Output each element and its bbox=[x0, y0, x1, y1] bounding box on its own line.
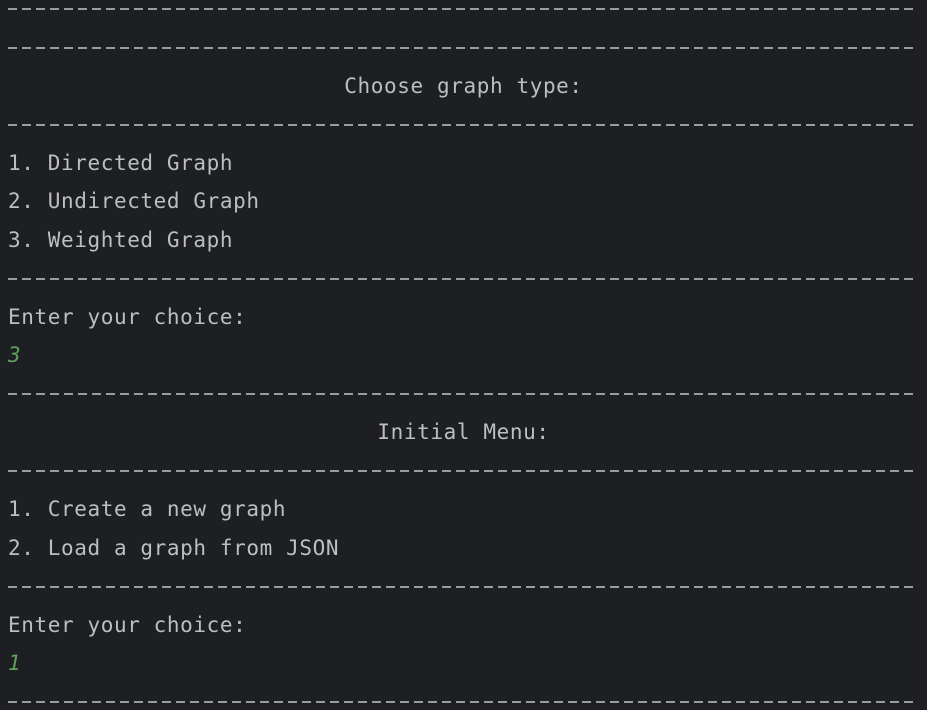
graph-type-option: 2. Undirected Graph bbox=[8, 189, 260, 213]
initial-menu-title: Initial Menu: bbox=[377, 420, 550, 444]
initial-menu-option: 2. Load a graph from JSON bbox=[8, 536, 340, 560]
graph-type-option: 1. Directed Graph bbox=[8, 151, 234, 175]
separator-line bbox=[8, 0, 918, 20]
separator-line bbox=[8, 112, 918, 136]
separator-line bbox=[8, 689, 918, 710]
separator-line bbox=[8, 458, 918, 482]
choice-prompt: Enter your choice: bbox=[8, 613, 247, 637]
separator-line bbox=[8, 381, 918, 405]
separator-line bbox=[8, 266, 918, 290]
choice-prompt: Enter your choice: bbox=[8, 305, 247, 329]
run-console[interactable]: Choose graph type: 1. Directed Graph 2. … bbox=[0, 0, 927, 710]
graph-type-menu-title: Choose graph type: bbox=[344, 74, 583, 98]
user-input-choice: 1 bbox=[8, 651, 22, 675]
graph-type-option: 3. Weighted Graph bbox=[8, 228, 234, 252]
separator-line bbox=[8, 35, 918, 59]
user-input-choice: 3 bbox=[8, 343, 22, 367]
separator-line bbox=[8, 574, 918, 598]
initial-menu-option: 1. Create a new graph bbox=[8, 497, 287, 521]
